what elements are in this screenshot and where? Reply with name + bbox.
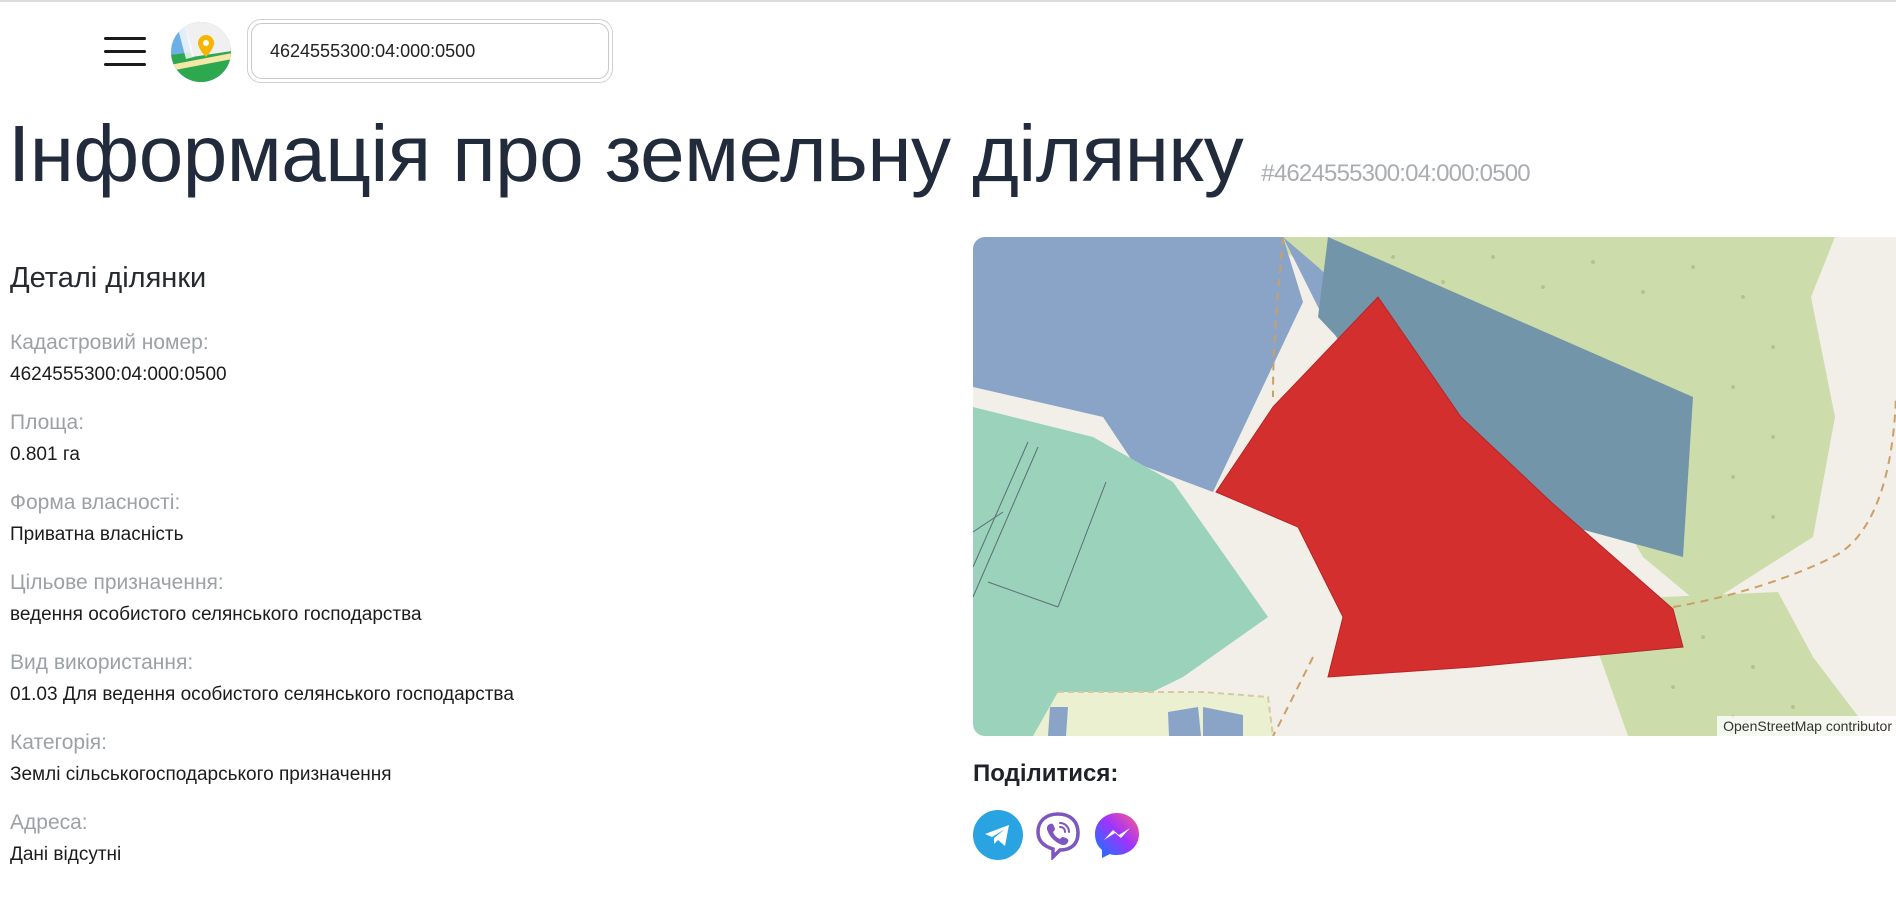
map-attribution[interactable]: OpenStreetMap contributor bbox=[1717, 716, 1896, 736]
page-subtitle: #4624555300:04:000:0500 bbox=[1261, 160, 1530, 187]
top-border bbox=[0, 0, 1896, 2]
field-address: Адреса: Дані відсутні bbox=[10, 808, 910, 888]
viber-icon[interactable] bbox=[1033, 810, 1083, 860]
menu-bar bbox=[104, 37, 146, 40]
map-canvas[interactable] bbox=[973, 237, 1896, 736]
field-label: Вид використання: bbox=[10, 651, 194, 674]
field-value: Землі сільськогосподарського призначення bbox=[10, 764, 392, 785]
map-pin-logo-icon[interactable] bbox=[170, 21, 232, 83]
share-title: Поділитися: bbox=[973, 760, 1119, 787]
parcel-details: Деталі ділянки Кадастровий номер: 462455… bbox=[10, 262, 910, 888]
hamburger-menu-icon[interactable] bbox=[104, 37, 146, 67]
field-label: Форма власності: bbox=[10, 491, 181, 514]
telegram-icon[interactable] bbox=[973, 810, 1023, 860]
search-box bbox=[247, 19, 613, 83]
field-label: Площа: bbox=[10, 411, 85, 434]
field-value: ведення особистого селянського господарс… bbox=[10, 604, 422, 625]
parcel-map[interactable]: OpenStreetMap contributor bbox=[973, 237, 1896, 736]
field-value: 01.03 Для ведення особистого селянського… bbox=[10, 684, 514, 705]
menu-bar bbox=[104, 50, 146, 53]
field-category: Категорія: Землі сільськогосподарського … bbox=[10, 728, 910, 808]
building bbox=[1168, 707, 1201, 736]
field-usage-type: Вид використання: 01.03 Для ведення особ… bbox=[10, 648, 910, 728]
field-label: Категорія: bbox=[10, 731, 107, 754]
field-label: Цільове призначення: bbox=[10, 571, 224, 594]
field-value: 4624555300:04:000:0500 bbox=[10, 364, 227, 385]
details-heading: Деталі ділянки bbox=[10, 262, 207, 294]
field-label: Кадастровий номер: bbox=[10, 331, 209, 354]
search-input[interactable] bbox=[251, 23, 609, 79]
menu-bar bbox=[104, 63, 146, 66]
field-area: Площа: 0.801 га bbox=[10, 408, 910, 488]
field-purpose: Цільове призначення: ведення особистого … bbox=[10, 568, 910, 648]
field-cadastral-number: Кадастровий номер: 4624555300:04:000:050… bbox=[10, 328, 910, 408]
field-value: 0.801 га bbox=[10, 444, 80, 465]
field-label: Адреса: bbox=[10, 811, 88, 834]
field-value: Дані відсутні bbox=[10, 844, 122, 865]
messenger-icon[interactable] bbox=[1092, 810, 1142, 860]
field-ownership: Форма власності: Приватна власність bbox=[10, 488, 910, 568]
field-value: Приватна власність bbox=[10, 524, 184, 545]
page-title: Інформація про земельну ділянку bbox=[8, 109, 1244, 198]
building bbox=[1048, 707, 1068, 736]
title-row: Інформація про земельну ділянку #46245553… bbox=[8, 108, 1531, 200]
